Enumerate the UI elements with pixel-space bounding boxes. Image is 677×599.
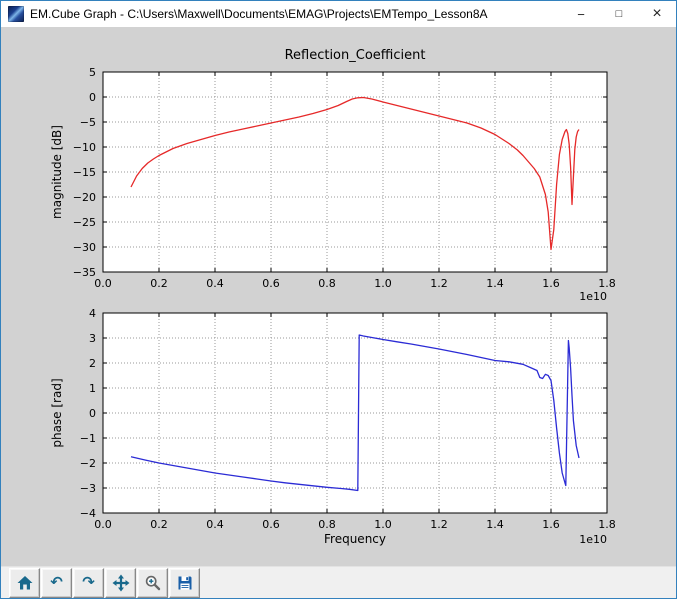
y-tick-label: −2 [80, 457, 96, 470]
y-tick-label: −25 [73, 216, 96, 229]
y-tick-label: 2 [89, 357, 96, 370]
figure-area: 0.0 0.2 0.4 0.6 0.8 1.0 1.2 1.4 1.6 1.8 5 0 −5 −10 −15… [1, 27, 676, 566]
x-tick-label: 0.8 [318, 277, 336, 290]
y-tick-label: 4 [89, 307, 96, 320]
y-tick-label: −1 [80, 432, 96, 445]
y-tick-label: −3 [80, 482, 96, 495]
x-axis-label: Frequency [324, 532, 386, 546]
maximize-button[interactable]: □ [600, 1, 638, 27]
x-tick-label: 0.4 [206, 518, 224, 531]
y-tick-label: −4 [80, 507, 96, 520]
x-tick-label: 0.2 [150, 518, 168, 531]
y-axis-label: phase [rad] [50, 378, 64, 447]
y-tick-label: −35 [73, 266, 96, 279]
y-axis-label: magnitude [dB] [50, 125, 64, 219]
save-button[interactable] [169, 567, 200, 598]
close-icon: × [652, 5, 662, 22]
home-button[interactable] [9, 567, 40, 598]
x-tick-label: 1.4 [486, 277, 504, 290]
y-tick-label: −15 [73, 166, 96, 179]
x-tick-label: 1.6 [542, 518, 560, 531]
x-tick-label: 0.6 [262, 277, 280, 290]
x-tick-label: 1.0 [374, 277, 392, 290]
y-tick-label: −30 [73, 241, 96, 254]
app-window: EM.Cube Graph - C:\Users\Maxwell\Documen… [0, 0, 677, 599]
zoom-magnifier-icon [145, 575, 160, 590]
x-tick-label: 1.2 [430, 277, 448, 290]
plot-toolbar: ↶ ↷ [1, 566, 676, 598]
x-tick-label: 1.2 [430, 518, 448, 531]
x-tick-label: 0.0 [94, 277, 112, 290]
x-tick-label: 0.8 [318, 518, 336, 531]
x-offset-label: 1e10 [579, 290, 607, 303]
window-title: EM.Cube Graph - C:\Users\Maxwell\Documen… [30, 7, 488, 21]
y-tick-label: 0 [89, 91, 96, 104]
x-tick-label: 1.4 [486, 518, 504, 531]
forward-arrow-icon: ↷ [82, 573, 95, 591]
home-icon [17, 575, 32, 589]
y-tick-label: −10 [73, 141, 96, 154]
zoom-button[interactable] [137, 567, 168, 598]
window-controls: − □ × [562, 1, 676, 27]
minimize-icon: − [577, 6, 585, 22]
plot-title: Reflection_Coefficient [285, 48, 426, 63]
plot-canvas[interactable]: 0.0 0.2 0.4 0.6 0.8 1.0 1.2 1.4 1.6 1.850−5−10−15… [1, 27, 676, 566]
y-tick-label: 3 [89, 332, 96, 345]
x-tick-label: 0.4 [206, 277, 224, 290]
y-tick-label: −20 [73, 191, 96, 204]
pan-button[interactable] [105, 567, 136, 598]
subplot-2: 0.0 0.2 0.4 0.6 0.8 1.0 1.2 1.4 1.6 1.8 4 3 2 1 0 −1 −2 −… [50, 307, 616, 546]
back-button[interactable]: ↶ [41, 567, 72, 598]
x-tick-label: 0.6 [262, 518, 280, 531]
app-logo-icon [8, 6, 24, 22]
y-tick-label: 5 [89, 66, 96, 79]
x-tick-label: 1.0 [374, 518, 392, 531]
x-tick-label: 0.2 [150, 277, 168, 290]
x-tick-label: 1.8 [598, 518, 616, 531]
subplot-1: 0.0 0.2 0.4 0.6 0.8 1.0 1.2 1.4 1.6 1.8 5 0 −5 −10 −15… [50, 48, 616, 303]
x-tick-label: 1.6 [542, 277, 560, 290]
minimize-button[interactable]: − [562, 1, 600, 27]
close-button[interactable]: × [638, 1, 676, 27]
y-tick-label: 1 [89, 382, 96, 395]
save-floppy-icon [178, 576, 191, 589]
title-bar[interactable]: EM.Cube Graph - C:\Users\Maxwell\Documen… [1, 1, 676, 27]
x-tick-label: 1.8 [598, 277, 616, 290]
y-tick-label: 0 [89, 407, 96, 420]
forward-button[interactable]: ↷ [73, 567, 104, 598]
pan-move-icon [112, 574, 129, 591]
y-tick-label: −5 [80, 116, 96, 129]
back-arrow-icon: ↶ [50, 573, 63, 591]
x-tick-label: 0.0 [94, 518, 112, 531]
x-offset-label: 1e10 [579, 533, 607, 546]
maximize-icon: □ [615, 8, 623, 20]
